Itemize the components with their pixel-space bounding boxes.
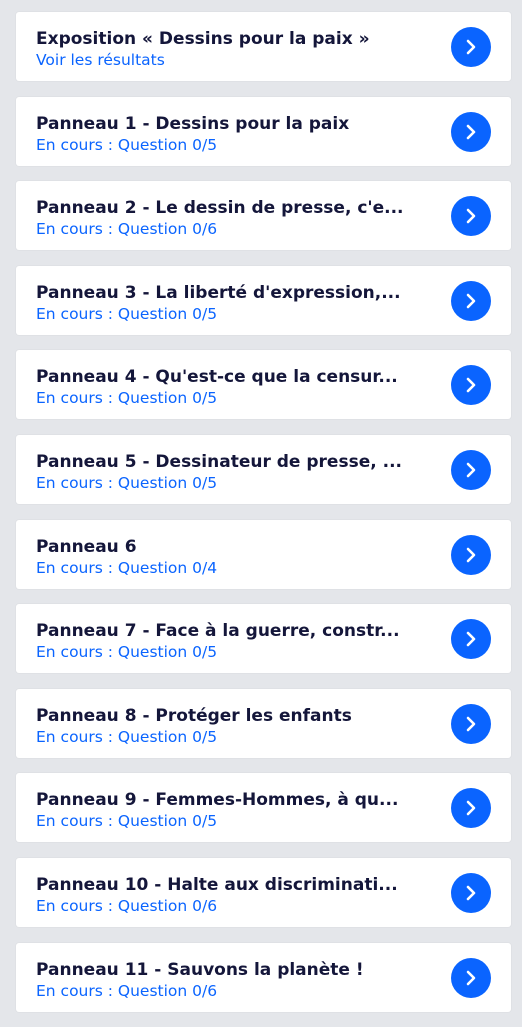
panel-list: Exposition « Dessins pour la paix » Voir…	[16, 12, 511, 1027]
item-text: Panneau 10 - Halte aux discriminati... E…	[36, 874, 436, 916]
item-text: Panneau 8 - Protéger les enfants En cour…	[36, 705, 436, 747]
item-title: Exposition « Dessins pour la paix »	[36, 29, 370, 49]
open-button[interactable]	[451, 280, 491, 321]
list-item-panneau-9[interactable]: Panneau 9 - Femmes-Hommes, à qu... En co…	[16, 773, 511, 843]
item-text: Panneau 6 En cours : Question 0/4	[36, 536, 436, 578]
open-button[interactable]	[451, 872, 491, 913]
item-title: Panneau 2 - Le dessin de presse, c'e...	[36, 198, 404, 219]
item-subtitle: En cours : Question 0/5	[36, 812, 218, 831]
item-title: Panneau 10 - Halte aux discriminati...	[36, 874, 398, 895]
chevron-right-icon	[466, 631, 476, 647]
item-text: Panneau 2 - Le dessin de presse, c'e... …	[36, 197, 436, 239]
item-text: Panneau 9 - Femmes-Hommes, à qu... En co…	[36, 789, 436, 831]
item-title: Panneau 8 - Protéger les enfants	[36, 705, 352, 726]
list-item-panneau-5[interactable]: Panneau 5 - Dessinateur de presse, ... E…	[16, 434, 511, 504]
open-button[interactable]	[451, 703, 491, 744]
item-title: Panneau 9 - Femmes-Hommes, à qu...	[36, 790, 399, 811]
open-button[interactable]	[451, 449, 491, 490]
list-item-panneau-4[interactable]: Panneau 4 - Qu'est-ce que la censur... E…	[16, 350, 511, 420]
open-button[interactable]	[451, 788, 491, 829]
item-text: Panneau 7 - Face à la guerre, constr... …	[36, 620, 436, 662]
item-title: Panneau 6	[36, 536, 137, 557]
item-subtitle: En cours : Question 0/5	[36, 135, 218, 154]
open-button[interactable]	[451, 534, 491, 575]
list-item-panneau-1[interactable]: Panneau 1 - Dessins pour la paix En cour…	[16, 96, 511, 166]
chevron-right-icon	[466, 124, 476, 139]
chevron-right-icon	[466, 970, 476, 985]
list-item-panneau-2[interactable]: Panneau 2 - Le dessin de presse, c'e... …	[16, 181, 511, 251]
item-subtitle: En cours : Question 0/5	[36, 304, 218, 323]
list-item-panneau-10[interactable]: Panneau 10 - Halte aux discriminati... E…	[16, 857, 511, 927]
chevron-right-icon	[466, 208, 476, 224]
item-title: Panneau 1 - Dessins pour la paix	[36, 113, 350, 134]
chevron-right-icon	[466, 716, 476, 732]
item-text: Panneau 3 - La liberté d'expression,... …	[36, 282, 436, 324]
chevron-right-icon	[466, 462, 476, 478]
item-text: Panneau 1 - Dessins pour la paix En cour…	[36, 113, 436, 155]
chevron-right-icon	[466, 39, 476, 55]
item-subtitle: En cours : Question 0/5	[36, 643, 218, 662]
item-text: Panneau 11 - Sauvons la planète ! En cou…	[36, 959, 436, 1001]
chevron-right-icon	[466, 885, 476, 901]
list-item-panneau-8[interactable]: Panneau 8 - Protéger les enfants En cour…	[16, 688, 511, 758]
item-subtitle: En cours : Question 0/6	[36, 220, 218, 239]
chevron-right-icon	[466, 547, 476, 562]
item-title: Panneau 7 - Face à la guerre, constr...	[36, 621, 400, 642]
chevron-right-icon	[466, 293, 476, 309]
item-subtitle: En cours : Question 0/5	[36, 473, 218, 492]
open-button[interactable]	[451, 619, 491, 660]
open-button[interactable]	[451, 111, 491, 152]
item-title: Panneau 4 - Qu'est-ce que la censur...	[36, 367, 398, 388]
chevron-right-icon	[466, 801, 476, 816]
item-subtitle: En cours : Question 0/5	[36, 389, 218, 408]
item-subtitle: En cours : Question 0/6	[36, 896, 218, 915]
item-subtitle: Voir les résultats	[36, 51, 165, 69]
item-title: Panneau 3 - La liberté d'expression,...	[36, 282, 401, 303]
list-item-panneau-3[interactable]: Panneau 3 - La liberté d'expression,... …	[16, 265, 511, 335]
open-button[interactable]	[451, 957, 491, 998]
item-subtitle: En cours : Question 0/4	[36, 558, 218, 577]
open-button[interactable]	[451, 365, 491, 406]
open-button[interactable]	[451, 196, 491, 237]
open-button[interactable]	[451, 27, 491, 67]
item-text: Panneau 4 - Qu'est-ce que la censur... E…	[36, 366, 436, 408]
item-title: Panneau 5 - Dessinateur de presse, ...	[36, 451, 402, 472]
list-item-panneau-6[interactable]: Panneau 6 En cours : Question 0/4	[16, 519, 511, 589]
item-subtitle: En cours : Question 0/6	[36, 981, 218, 1000]
list-item-exposition[interactable]: Exposition « Dessins pour la paix » Voir…	[16, 12, 511, 81]
chevron-right-icon	[466, 378, 476, 393]
item-text: Exposition « Dessins pour la paix » Voir…	[36, 28, 436, 70]
item-text: Panneau 5 - Dessinateur de presse, ... E…	[36, 451, 436, 493]
item-title: Panneau 11 - Sauvons la planète !	[36, 959, 364, 980]
list-item-panneau-7[interactable]: Panneau 7 - Face à la guerre, constr... …	[16, 604, 511, 674]
list-item-panneau-11[interactable]: Panneau 11 - Sauvons la planète ! En cou…	[16, 942, 511, 1012]
item-subtitle: En cours : Question 0/5	[36, 727, 218, 746]
